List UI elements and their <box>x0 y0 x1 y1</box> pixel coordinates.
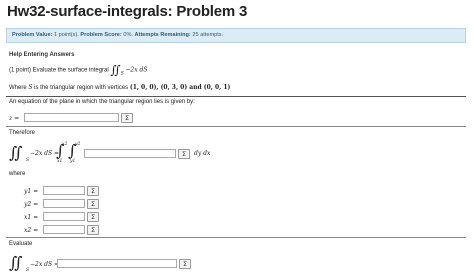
where-label: where <box>9 171 26 177</box>
y2-answer-input[interactable] <box>43 199 85 208</box>
plane-text: An equation of the plane in which the tr… <box>9 99 195 105</box>
page-title: Hw32-surface-integrals: Problem 3 <box>7 3 248 20</box>
x2-label: x2 = <box>24 227 39 234</box>
integrand-equation-editor-button[interactable]: Σ <box>178 149 190 159</box>
divider <box>6 237 466 238</box>
final-answer-equation-editor-button[interactable]: Σ <box>179 259 191 269</box>
attempts-label: Attempts Remaining: <box>134 32 191 38</box>
double-integral-symbol: ∬ <box>9 253 23 272</box>
x1-answer-input[interactable] <box>43 212 85 221</box>
eval-lhs-integrand: −2x dS = <box>30 261 60 268</box>
evaluate-label: Evaluate <box>9 241 33 247</box>
double-integral-symbol: ∬ <box>110 63 121 77</box>
integrand: −2x dS <box>125 66 148 74</box>
integrand-answer-input[interactable] <box>84 149 176 158</box>
y2-equation-editor-button[interactable]: Σ <box>87 199 99 209</box>
where-prefix: Where <box>9 85 27 91</box>
problem-statement: (1 point) Evaluate the surface integral … <box>9 63 147 77</box>
problem-info-bar: Problem Value: 1 point(s). Problem Score… <box>6 28 466 43</box>
z-label: z = <box>9 115 20 122</box>
problem-score: 0%. <box>123 32 133 38</box>
dydx-label: dy dx <box>194 150 211 157</box>
final-answer-input[interactable] <box>57 259 177 268</box>
outer-lower-limit: x1 <box>57 159 63 164</box>
double-integral-symbol: ∬ <box>9 143 23 162</box>
integral-domain: S <box>26 158 30 163</box>
help-entering-answers-link[interactable]: Help Entering Answers <box>9 52 74 58</box>
y1-answer-input[interactable] <box>43 186 85 195</box>
x1-equation-editor-button[interactable]: Σ <box>87 212 99 222</box>
problem-value: 1 point(s). <box>53 32 79 38</box>
therefore-label: Therefore <box>9 130 36 136</box>
region-description: Where S is the triangular region with ve… <box>9 84 230 91</box>
divider <box>6 96 466 97</box>
y2-label: y2 = <box>24 201 39 208</box>
integral-domain: S <box>26 268 30 273</box>
inner-lower-limit: y1 <box>70 159 76 164</box>
inner-upper-limit: y2 <box>75 142 81 147</box>
attempts-remaining: 25 attempts. <box>192 32 224 38</box>
x2-answer-input[interactable] <box>43 225 85 234</box>
z-equation-editor-button[interactable]: Σ <box>121 113 133 123</box>
problem-score-label: Problem Score: <box>80 32 122 38</box>
divider <box>6 126 466 127</box>
outer-upper-limit: x2 <box>62 142 68 147</box>
y1-equation-editor-button[interactable]: Σ <box>87 186 99 196</box>
vertices: (1, 0, 0), (0, 3, 0) and (0, 0, 1) <box>129 84 231 91</box>
x1-label: x1 = <box>24 214 39 221</box>
z-answer-input[interactable] <box>24 113 119 122</box>
integral-domain: S <box>120 71 124 77</box>
region-var: S <box>28 84 33 91</box>
where-text: is the triangular region with vertices <box>34 85 129 91</box>
y1-label: y1 = <box>24 188 39 195</box>
problem-value-label: Problem Value: <box>12 32 53 38</box>
lhs-integrand: −2x dS = <box>30 150 60 157</box>
x2-equation-editor-button[interactable]: Σ <box>87 225 99 235</box>
problem-intro: (1 point) Evaluate the surface integral <box>9 67 109 74</box>
